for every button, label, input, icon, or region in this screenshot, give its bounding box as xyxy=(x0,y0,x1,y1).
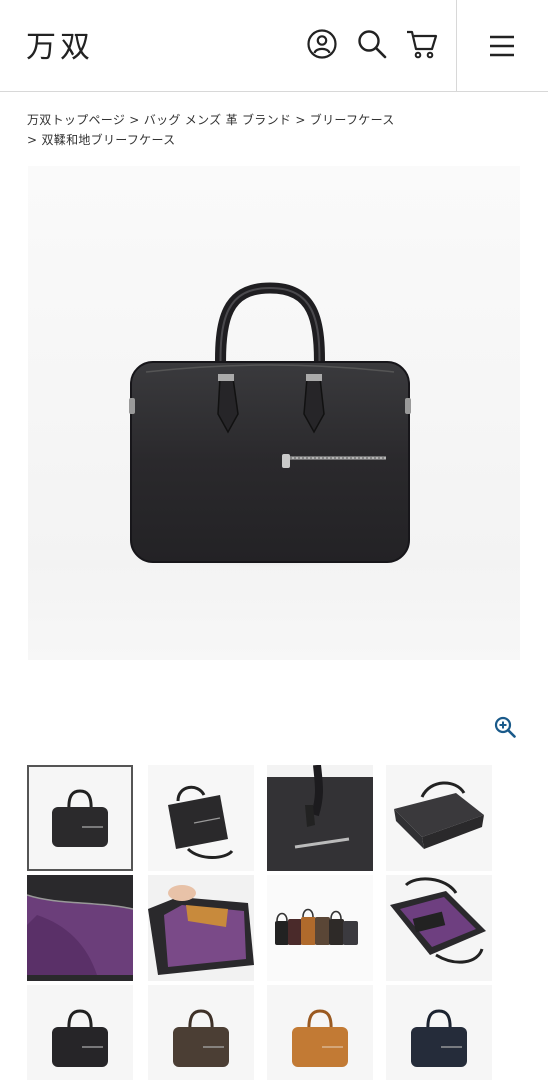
zoom-in-icon[interactable] xyxy=(492,714,518,740)
thumbnail-color-lineup[interactable] xyxy=(267,875,373,981)
thumbnail-black-briefcase-front[interactable] xyxy=(27,765,133,871)
header-divider xyxy=(456,0,457,92)
thumbnail-black-briefcase[interactable] xyxy=(27,985,133,1080)
breadcrumb: 万双トップページ > バッグ メンズ 革 ブランド > ブリーフケース > 双鞣… xyxy=(27,110,527,150)
breadcrumb-separator: > xyxy=(129,113,144,127)
thumbnail-tan-briefcase[interactable] xyxy=(267,985,373,1080)
thumbnail-navy-briefcase[interactable] xyxy=(386,985,492,1080)
site-header: 万双 xyxy=(0,0,548,92)
thumbnail-briefcase-with-strap[interactable] xyxy=(148,765,254,871)
thumbnail-briefcase-pocket-closeup[interactable] xyxy=(267,765,373,871)
thumbnail-hand-opening-bag[interactable] xyxy=(148,875,254,981)
breadcrumb-home[interactable]: 万双トップページ xyxy=(27,113,125,127)
breadcrumb-separator: > xyxy=(295,113,310,127)
thumbnail-briefcase-top-view[interactable] xyxy=(386,765,492,871)
breadcrumb-bags[interactable]: バッグ メンズ 革 ブランド xyxy=(144,113,291,127)
site-logo[interactable]: 万双 xyxy=(26,22,94,66)
breadcrumb-briefcase[interactable]: ブリーフケース xyxy=(310,113,395,127)
menu-icon[interactable] xyxy=(482,26,522,66)
thumbnail-purple-lining-interior[interactable] xyxy=(27,875,133,981)
breadcrumb-separator: > xyxy=(27,133,42,147)
thumbnail-dark-brown-briefcase[interactable] xyxy=(148,985,254,1080)
product-main-image[interactable] xyxy=(28,166,520,660)
breadcrumb-current: 双鞣和地ブリーフケース xyxy=(41,133,176,147)
thumbnail-purple-interior-open[interactable] xyxy=(386,875,492,981)
search-icon[interactable] xyxy=(354,26,390,62)
cart-icon[interactable] xyxy=(404,26,440,62)
user-icon[interactable] xyxy=(304,26,340,62)
